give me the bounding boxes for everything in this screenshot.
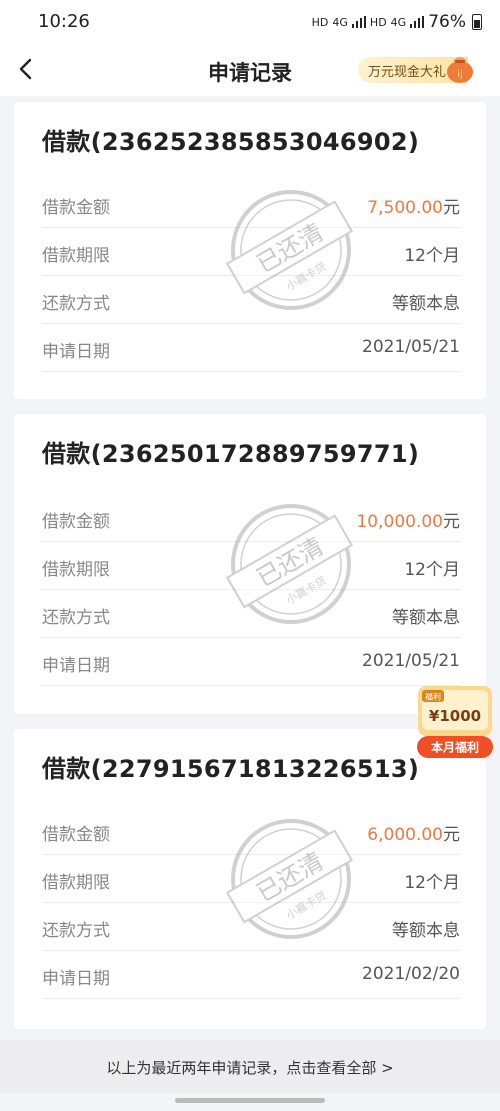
row-value: 2021/05/21 [362, 337, 460, 357]
battery-icon [472, 14, 482, 30]
row-label: 申请日期 [42, 969, 110, 989]
row-value: 12个月 [404, 560, 460, 580]
network-4g-indicator-2: 4G [390, 15, 407, 29]
row-label: 借款期限 [42, 873, 110, 893]
row-label: 借款期限 [42, 560, 110, 580]
row-value: 6,000.00元 [367, 820, 460, 845]
loan-record-card[interactable]: 借款(236250172889759771) 借款金额 10,000.00元 借… [14, 414, 486, 714]
row-label: 还款方式 [42, 921, 110, 941]
row-value: 12个月 [404, 873, 460, 893]
monthly-bonus-widget[interactable]: 福利 ¥1000 本月福利 [414, 680, 496, 762]
loan-title: 借款(227915671813226513) [42, 755, 420, 783]
hd-indicator-2: HD [369, 15, 387, 29]
row-value: 等额本息 [392, 294, 460, 314]
row-value: 12个月 [404, 246, 460, 266]
footer-text: 以上为最近两年申请记录，点击查看全部 > [106, 1059, 394, 1077]
nav-bar: 申请记录 万元现金大礼 ij [0, 46, 500, 96]
status-icons: HD 4G HD 4G 76% [312, 12, 482, 32]
bonus-label: 本月福利 [431, 740, 479, 755]
loan-record-card[interactable]: 借款(227915671813226513) 借款金额 6,000.00元 借款… [14, 729, 486, 1029]
amount-unit: 元 [443, 512, 460, 532]
apply-date-row: 申请日期 2021/05/21 [42, 637, 460, 686]
row-value: 等额本息 [392, 921, 460, 941]
view-all-records-footer[interactable]: 以上为最近两年申请记录，点击查看全部 > [0, 1040, 500, 1093]
paid-off-stamp-icon: 已还清 小赢卡贷 [225, 819, 354, 939]
signal-icon [351, 16, 366, 28]
row-label: 借款期限 [42, 246, 110, 266]
row-value: 2021/05/21 [362, 651, 460, 671]
amount-unit: 元 [443, 198, 460, 218]
hd-indicator: HD [311, 15, 329, 29]
row-value: 7,500.00元 [367, 193, 460, 218]
amount-unit: 元 [443, 825, 460, 845]
apply-date-row: 申请日期 2021/02/20 [42, 950, 460, 999]
status-time: 10:26 [38, 11, 90, 32]
loan-title: 借款(2362523858530469​02) [42, 128, 420, 156]
loan-title: 借款(236250172889759771) [42, 440, 420, 468]
svg-text:ij: ij [457, 69, 463, 80]
apply-date-row: 申请日期 2021/05/21 [42, 323, 460, 372]
paid-off-stamp-icon: 已还清 小赢卡贷 [225, 190, 354, 310]
battery-percent: 76% [428, 12, 466, 32]
status-bar: 10:26 HD 4G HD 4G 76% [0, 0, 500, 46]
row-label: 申请日期 [42, 656, 110, 676]
loan-record-card[interactable]: 借款(2362523858530469​02) 借款金额 7,500.00元 借… [14, 102, 486, 399]
row-label: 还款方式 [42, 294, 110, 314]
row-label: 借款金额 [42, 512, 110, 532]
loan-amount: 7,500.00 [367, 198, 443, 218]
signal-icon-2 [410, 16, 425, 28]
row-value: 10,000.00元 [356, 507, 460, 532]
row-value: 2021/02/20 [362, 964, 460, 984]
money-bag-icon[interactable]: ij [444, 49, 476, 85]
row-value: 等额本息 [392, 608, 460, 628]
promo-label: 万元现金大礼 [368, 65, 447, 80]
bonus-amount: ¥1000 [429, 707, 481, 725]
row-label: 借款金额 [42, 198, 110, 218]
paid-off-stamp-icon: 已还清 小赢卡贷 [225, 504, 354, 624]
network-4g-indicator: 4G [332, 15, 348, 29]
row-label: 借款金额 [42, 825, 110, 845]
row-label: 还款方式 [42, 608, 110, 628]
row-label: 申请日期 [42, 342, 110, 362]
loan-amount: 6,000.00 [367, 825, 443, 845]
home-indicator[interactable] [175, 1098, 325, 1103]
loan-amount: 10,000.00 [356, 512, 443, 532]
bonus-tag: 福利 [425, 692, 441, 702]
